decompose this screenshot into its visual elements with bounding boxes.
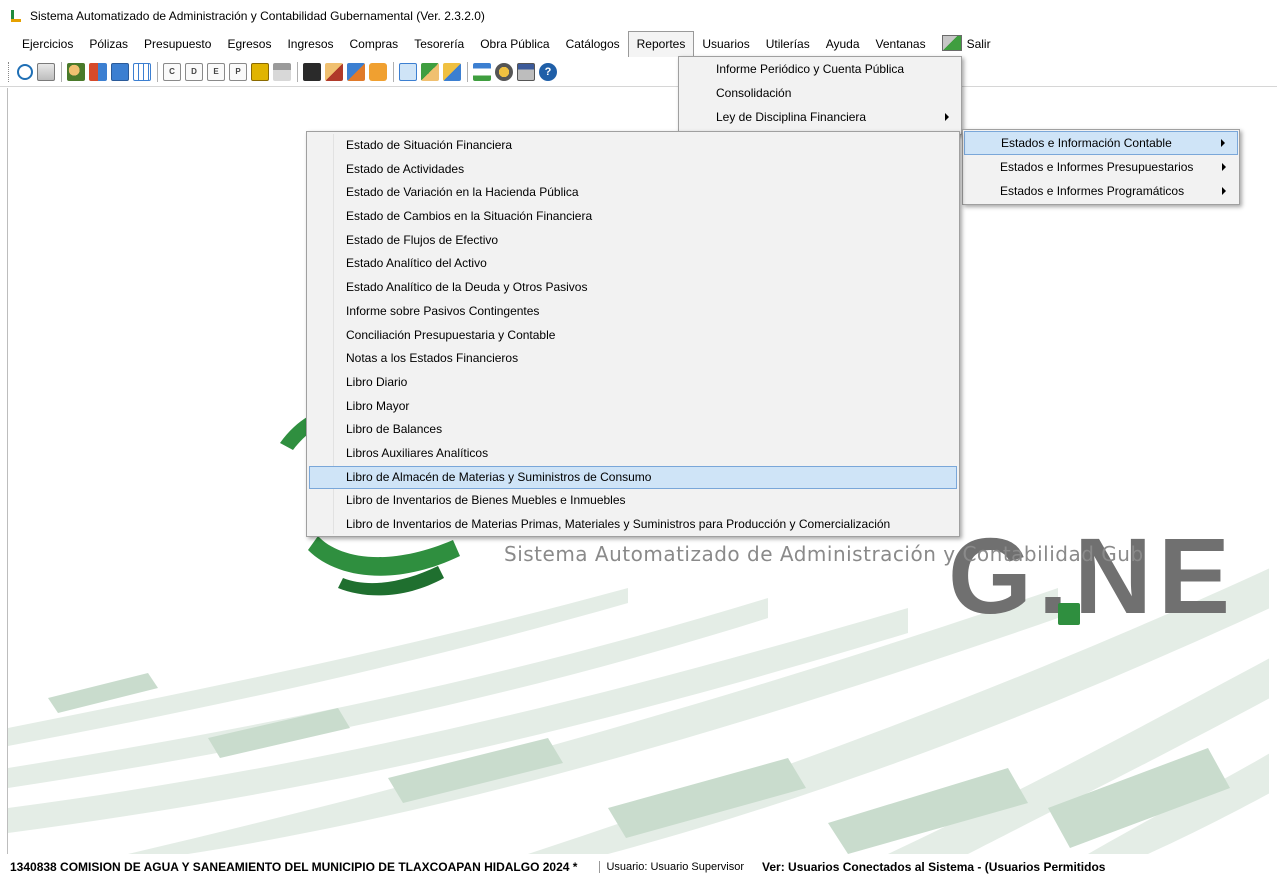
menu-estados-presupuestarios-label: Estados e Informes Presupuestarios: [1000, 160, 1194, 174]
menu-estado-actividades[interactable]: Estado de Actividades: [309, 158, 957, 182]
toolbar-separator: [157, 61, 158, 82]
menu-bar: Ejercicios Pólizas Presupuesto Egresos I…: [0, 31, 1277, 57]
submenu-arrow-icon: [1222, 163, 1226, 171]
menu-polizas[interactable]: Pólizas: [81, 32, 136, 56]
menu-notas-estados-financieros[interactable]: Notas a los Estados Financieros: [309, 347, 957, 371]
letter-p-button[interactable]: P: [229, 62, 247, 81]
menu-ayuda[interactable]: Ayuda: [818, 32, 868, 56]
help-icon[interactable]: ?: [539, 62, 557, 81]
hierarchy-icon[interactable]: [473, 62, 491, 81]
menu-usuarios[interactable]: Usuarios: [694, 32, 757, 56]
paint-icon[interactable]: [347, 62, 365, 81]
menu-estado-flujos-efectivo[interactable]: Estado de Flujos de Efectivo: [309, 229, 957, 253]
status-user: Usuario: Usuario Supervisor: [599, 861, 744, 873]
menu-estado-situacion-financiera[interactable]: Estado de Situación Financiera: [309, 134, 957, 158]
menu-informe-pasivos-contingentes[interactable]: Informe sobre Pasivos Contingentes: [309, 300, 957, 324]
menu-utilerias[interactable]: Utilerías: [758, 32, 818, 56]
estados-contable-dropdown: Estado de Situación Financiera Estado de…: [306, 131, 960, 537]
menu-ejercicios[interactable]: Ejercicios: [14, 32, 81, 56]
clipboard-icon[interactable]: [303, 62, 321, 81]
backup-icon[interactable]: [495, 62, 513, 81]
checklist-icon[interactable]: [111, 62, 129, 81]
menu-libro-almacen[interactable]: Libro de Almacén de Materias y Suministr…: [309, 465, 957, 490]
status-organization: 1340838 COMISION DE AGUA Y SANEAMIENTO D…: [10, 860, 578, 874]
menu-presupuesto[interactable]: Presupuesto: [136, 32, 219, 56]
menu-estado-variacion-hacienda[interactable]: Estado de Variación en la Hacienda Públi…: [309, 181, 957, 205]
menu-conciliacion-presupuestaria[interactable]: Conciliación Presupuestaria y Contable: [309, 324, 957, 348]
menu-libro-mayor[interactable]: Libro Mayor: [309, 395, 957, 419]
menu-obra-publica[interactable]: Obra Pública: [472, 32, 557, 56]
menu-estados-informacion-contable[interactable]: Estados e Información Contable: [964, 131, 1238, 155]
menu-libro-diario[interactable]: Libro Diario: [309, 371, 957, 395]
logo-letters: G.NE: [948, 515, 1237, 636]
menu-estados-contable-label: Estados e Información Contable: [1001, 136, 1172, 150]
logo-dot: [1058, 603, 1080, 625]
app-logo-icon: [8, 9, 22, 23]
toolbar-separator: [467, 61, 468, 82]
menu-libro-balances[interactable]: Libro de Balances: [309, 418, 957, 442]
menu-ley-disciplina-label: Ley de Disciplina Financiera: [716, 110, 867, 124]
letter-d-button[interactable]: D: [185, 62, 203, 81]
edit-notes-icon[interactable]: [325, 62, 343, 81]
menu-ingresos[interactable]: Ingresos: [279, 32, 341, 56]
toolbar-separator: [393, 61, 394, 82]
window-title: Sistema Automatizado de Administración y…: [30, 8, 485, 23]
menu-catalogos[interactable]: Catálogos: [558, 32, 628, 56]
toolbar-grip[interactable]: [8, 61, 11, 82]
menu-libro-inventarios-materias[interactable]: Libro de Inventarios de Materias Primas,…: [309, 513, 957, 537]
menu-compras[interactable]: Compras: [342, 32, 407, 56]
print-icon[interactable]: [273, 62, 291, 81]
menu-estado-analitico-activo[interactable]: Estado Analítico del Activo: [309, 252, 957, 276]
tools-icon[interactable]: [421, 62, 439, 81]
calculator-icon[interactable]: [517, 62, 535, 81]
estados-submenu: Estados e Información Contable Estados e…: [962, 129, 1240, 205]
folder-badge-icon[interactable]: [443, 62, 461, 81]
menu-libro-inventarios-bienes[interactable]: Libro de Inventarios de Bienes Muebles e…: [309, 489, 957, 513]
menu-estados-programaticos-label: Estados e Informes Programáticos: [1000, 184, 1185, 198]
reportes-dropdown: Informe Periódico y Cuenta Pública Conso…: [678, 56, 962, 135]
menu-tesoreria[interactable]: Tesorería: [406, 32, 472, 56]
menu-informe-periodico[interactable]: Informe Periódico y Cuenta Pública: [679, 57, 961, 81]
menu-salir[interactable]: Salir: [934, 32, 999, 56]
toolbar: C D E P ?: [0, 57, 1277, 87]
toolbar-separator: [297, 61, 298, 82]
menu-ley-disciplina-financiera[interactable]: Ley de Disciplina Financiera: [679, 105, 961, 129]
transfer-icon[interactable]: [89, 62, 107, 81]
title-bar: Sistema Automatizado de Administración y…: [0, 0, 1277, 31]
menu-egresos[interactable]: Egresos: [219, 32, 279, 56]
toolbar-separator: [61, 61, 62, 82]
document-report-icon[interactable]: [37, 62, 55, 81]
table-grid-icon[interactable]: [133, 62, 151, 81]
menu-salir-label: Salir: [966, 37, 991, 51]
letter-c-button[interactable]: C: [163, 62, 181, 81]
submenu-arrow-icon: [1221, 139, 1225, 147]
logo-subtitle: Sistema Automatizado de Administración y…: [504, 542, 1144, 566]
refresh-icon[interactable]: [17, 63, 33, 80]
letter-e-button[interactable]: E: [207, 62, 225, 81]
report-p-icon[interactable]: [251, 62, 269, 81]
document-list-icon[interactable]: [399, 62, 417, 81]
menu-ventanas[interactable]: Ventanas: [868, 32, 934, 56]
menu-estado-cambios-situacion[interactable]: Estado de Cambios en la Situación Financ…: [309, 205, 957, 229]
status-connected-users-link[interactable]: Ver: Usuarios Conectados al Sistema - (U…: [762, 860, 1105, 874]
status-bar: 1340838 COMISION DE AGUA Y SANEAMIENTO D…: [0, 856, 1277, 878]
menu-libros-auxiliares[interactable]: Libros Auxiliares Analíticos: [309, 442, 957, 466]
menu-estados-presupuestarios[interactable]: Estados e Informes Presupuestarios: [964, 155, 1238, 179]
menu-estado-analitico-deuda[interactable]: Estado Analítico de la Deuda y Otros Pas…: [309, 276, 957, 300]
users-icon[interactable]: [67, 62, 85, 81]
menu-estados-programaticos[interactable]: Estados e Informes Programáticos: [964, 179, 1238, 203]
menu-consolidacion[interactable]: Consolidación: [679, 81, 961, 105]
menu-reportes[interactable]: Reportes: [627, 31, 695, 57]
exit-door-icon: [941, 35, 962, 51]
submenu-arrow-icon: [945, 113, 949, 121]
submenu-arrow-icon: [1222, 187, 1226, 195]
package-icon[interactable]: [369, 62, 387, 81]
